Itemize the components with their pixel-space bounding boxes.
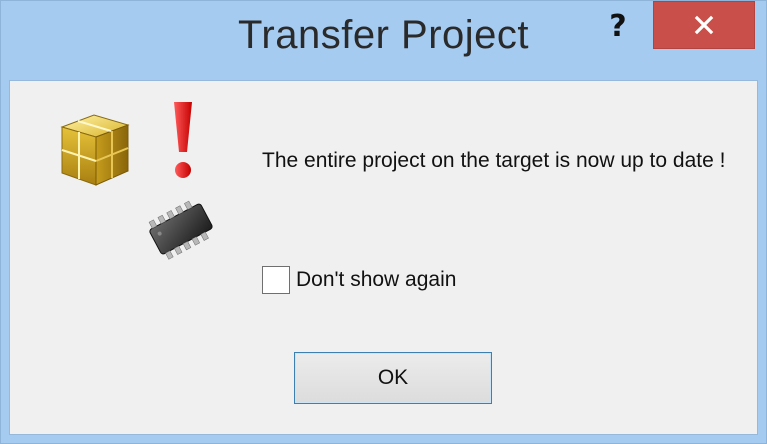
dont-show-again-label[interactable]: Don't show again <box>296 268 456 292</box>
close-icon <box>694 15 714 35</box>
dialog-title: Transfer Project <box>237 13 530 57</box>
ok-button[interactable]: OK <box>294 352 492 404</box>
dialog-body: The entire project on the target is now … <box>9 80 758 435</box>
project-box-icon <box>60 114 130 186</box>
exclamation-icon <box>174 102 192 178</box>
transfer-project-dialog: Transfer Project ? The entire project on… <box>0 0 767 444</box>
help-button[interactable]: ? <box>591 3 645 49</box>
title-bar[interactable]: Transfer Project ? <box>1 1 766 80</box>
chip-icon <box>148 200 213 260</box>
dont-show-again-option[interactable]: Don't show again <box>262 266 456 294</box>
dont-show-again-checkbox[interactable] <box>262 266 290 294</box>
status-message: The entire project on the target is now … <box>262 149 726 172</box>
close-button[interactable] <box>653 1 755 49</box>
